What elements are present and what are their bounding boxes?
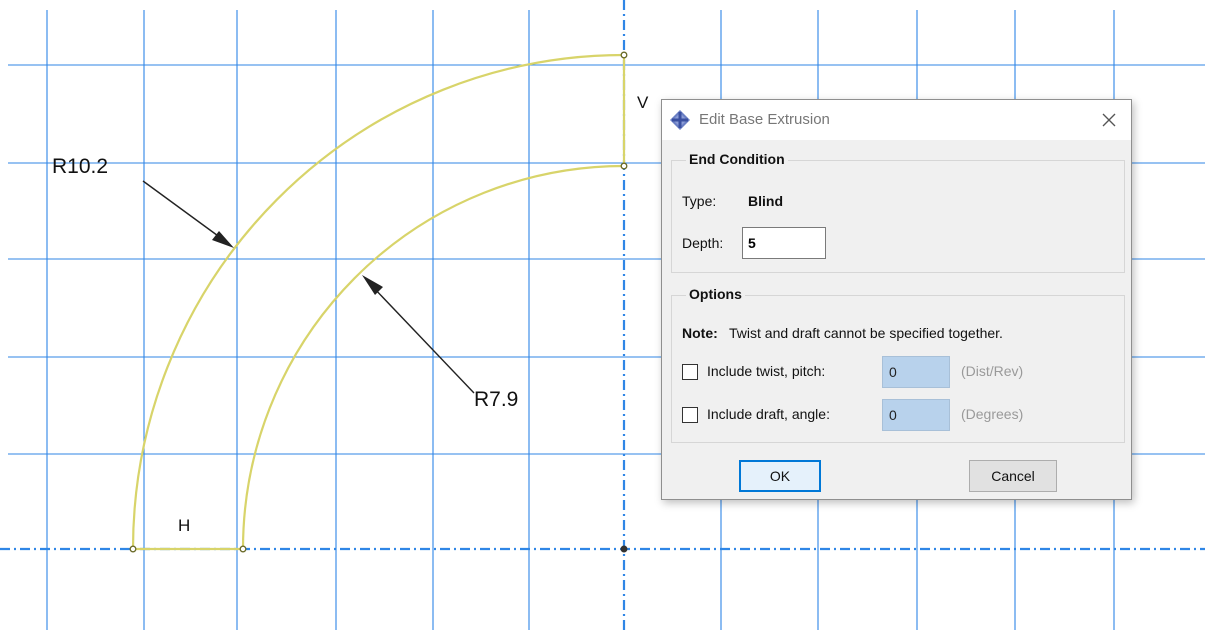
type-label: Type: bbox=[682, 193, 717, 209]
vertex[interactable] bbox=[620, 51, 628, 59]
vertex[interactable] bbox=[620, 162, 628, 170]
end-condition-group: End Condition bbox=[671, 151, 1125, 273]
depth-input[interactable] bbox=[742, 227, 826, 259]
twist-checkbox[interactable] bbox=[682, 364, 698, 380]
dimension-outer-radius[interactable]: R10.2 bbox=[52, 155, 108, 179]
dimension-leaders bbox=[142, 180, 475, 394]
draft-checkbox[interactable] bbox=[682, 407, 698, 423]
close-button[interactable] bbox=[1095, 106, 1123, 134]
twist-pitch-input[interactable] bbox=[882, 356, 950, 388]
origin-vertex[interactable] bbox=[620, 545, 628, 553]
vertex[interactable] bbox=[239, 545, 247, 553]
note-label: Note: bbox=[682, 325, 718, 341]
outer-leader-line bbox=[142, 180, 226, 242]
close-icon bbox=[1102, 113, 1116, 127]
abaqus-diamond-icon bbox=[669, 109, 691, 131]
note-text: Twist and draft cannot be specified toge… bbox=[729, 325, 1003, 341]
vertex[interactable] bbox=[129, 545, 137, 553]
sketch-profile[interactable] bbox=[131, 53, 626, 551]
draft-unit: (Degrees) bbox=[961, 406, 1024, 422]
sketch-vertices[interactable] bbox=[129, 51, 628, 553]
ok-button[interactable]: OK bbox=[739, 460, 821, 492]
inner-leader-arrow bbox=[362, 275, 383, 295]
vertical-constraint-label[interactable]: V bbox=[637, 93, 648, 113]
inner-leader-line bbox=[371, 285, 475, 394]
twist-unit: (Dist/Rev) bbox=[961, 363, 1024, 379]
cancel-button[interactable]: Cancel bbox=[969, 460, 1057, 492]
dialog-title: Edit Base Extrusion bbox=[699, 111, 830, 128]
horizontal-constraint-label[interactable]: H bbox=[178, 516, 190, 536]
draft-angle-input[interactable] bbox=[882, 399, 950, 431]
edit-base-extrusion-dialog[interactable]: Edit Base Extrusion End Condition Type: … bbox=[661, 99, 1132, 500]
outer-arc[interactable] bbox=[131, 53, 625, 550]
end-condition-legend: End Condition bbox=[686, 151, 788, 167]
draft-label[interactable]: Include draft, angle: bbox=[707, 406, 830, 422]
options-legend: Options bbox=[686, 286, 745, 302]
twist-label[interactable]: Include twist, pitch: bbox=[707, 363, 825, 379]
dimension-inner-radius[interactable]: R7.9 bbox=[474, 388, 518, 412]
dialog-titlebar[interactable]: Edit Base Extrusion bbox=[662, 100, 1131, 140]
type-value: Blind bbox=[748, 193, 783, 209]
depth-label: Depth: bbox=[682, 235, 724, 251]
